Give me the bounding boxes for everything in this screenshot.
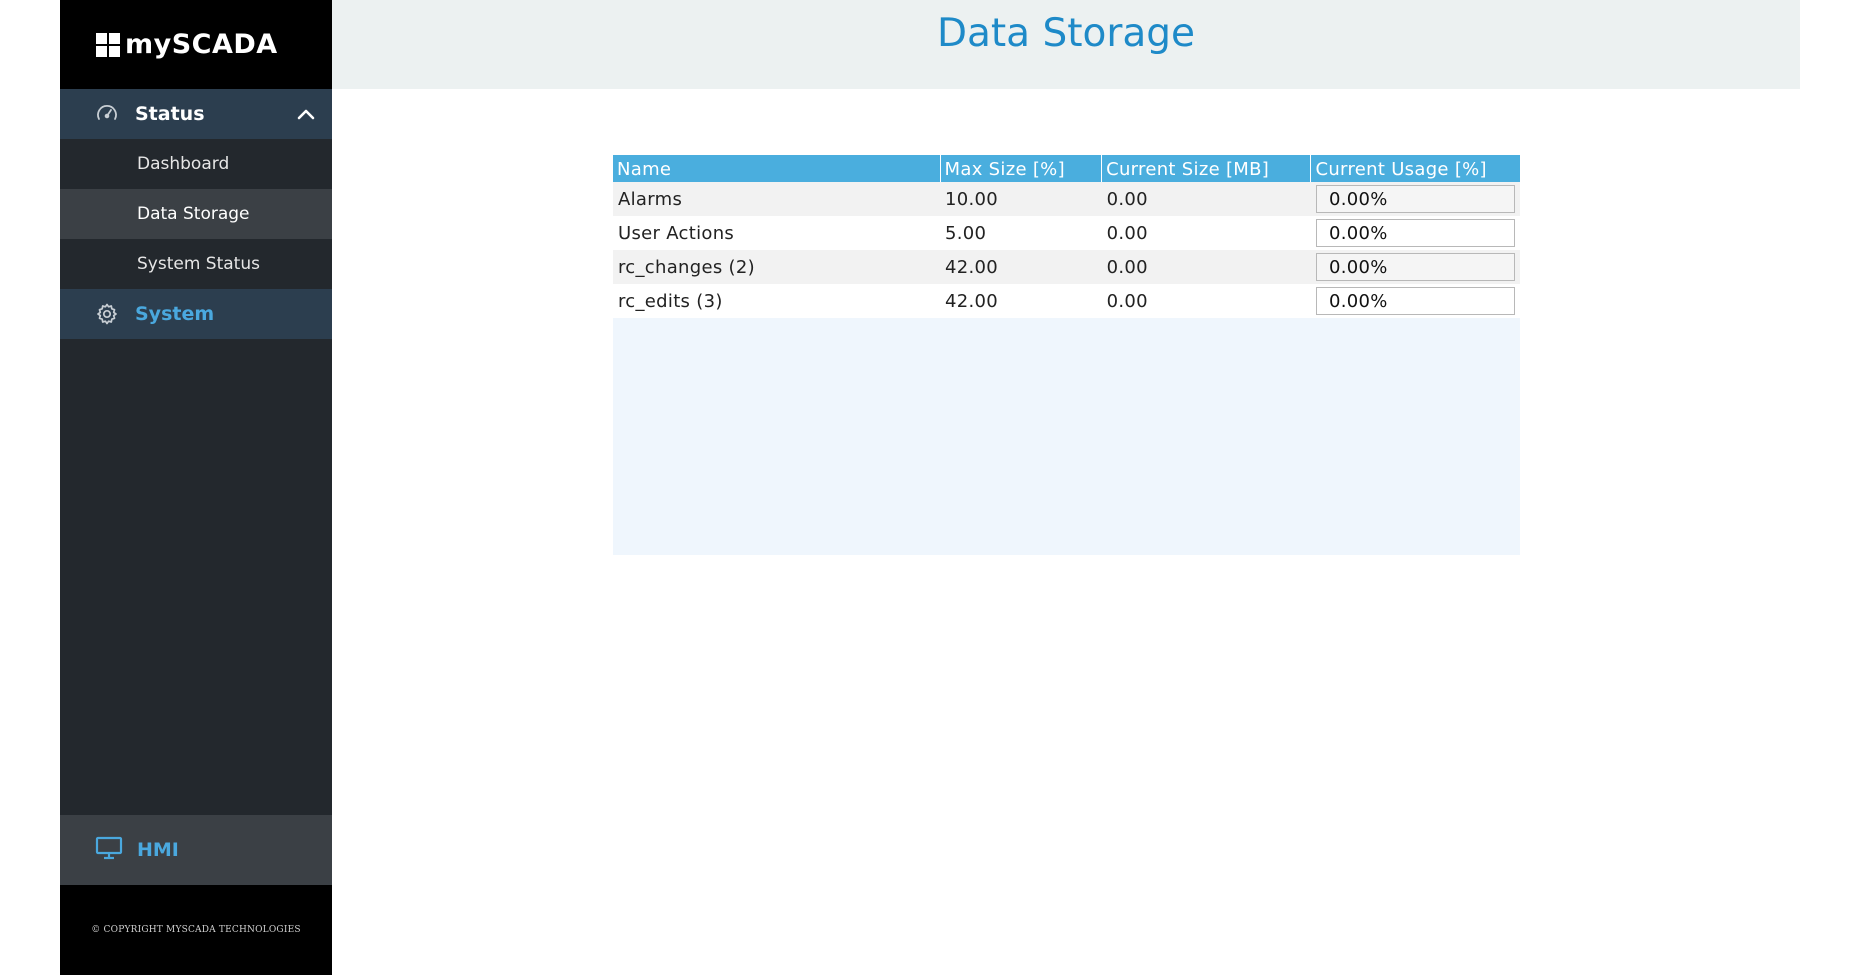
sidebar-item-label: System Status bbox=[137, 254, 260, 274]
data-storage-panel: Name Max Size [%] Current Size [MB] Curr… bbox=[613, 155, 1520, 555]
column-header-name[interactable]: Name bbox=[613, 155, 941, 182]
sidebar-hmi-button[interactable]: HMI bbox=[60, 815, 332, 885]
column-header-current-size[interactable]: Current Size [MB] bbox=[1101, 155, 1311, 182]
cell-current-usage: 0.00% bbox=[1310, 182, 1520, 216]
table-row[interactable]: Alarms 10.00 0.00 0.00% bbox=[613, 182, 1520, 216]
sidebar-group-system[interactable]: System bbox=[60, 289, 332, 339]
brand-logo[interactable]: mySCADA bbox=[60, 0, 332, 89]
cell-max-size: 10.00 bbox=[940, 182, 1102, 216]
column-header-max-size[interactable]: Max Size [%] bbox=[939, 155, 1102, 182]
cell-name: Alarms bbox=[613, 182, 941, 216]
sidebar: mySCADA Status Dashboard Data Storage Sy… bbox=[60, 0, 332, 975]
cell-current-size: 0.00 bbox=[1101, 216, 1311, 250]
usage-progress-bar: 0.00% bbox=[1315, 253, 1515, 281]
data-storage-table: Name Max Size [%] Current Size [MB] Curr… bbox=[613, 155, 1520, 318]
logo-grid-icon bbox=[96, 32, 120, 57]
cell-current-usage: 0.00% bbox=[1310, 216, 1520, 250]
sidebar-hmi-label: HMI bbox=[137, 839, 179, 861]
cell-max-size: 42.00 bbox=[940, 250, 1102, 284]
sidebar-item-data-storage[interactable]: Data Storage bbox=[60, 189, 332, 239]
cell-max-size: 5.00 bbox=[940, 216, 1102, 250]
page-header: Data Storage bbox=[332, 0, 1800, 89]
sidebar-group-status-label: Status bbox=[135, 103, 205, 125]
cell-current-size: 0.00 bbox=[1101, 250, 1311, 284]
sidebar-item-system-status[interactable]: System Status bbox=[60, 239, 332, 289]
cell-current-usage: 0.00% bbox=[1310, 284, 1520, 318]
cell-name: rc_edits (3) bbox=[613, 284, 941, 318]
usage-progress-bar: 0.00% bbox=[1315, 219, 1515, 247]
sidebar-group-status[interactable]: Status bbox=[60, 89, 332, 139]
usage-progress-bar: 0.00% bbox=[1315, 287, 1515, 315]
sidebar-item-dashboard[interactable]: Dashboard bbox=[60, 139, 332, 189]
cell-current-usage: 0.00% bbox=[1310, 250, 1520, 284]
cell-current-size: 0.00 bbox=[1101, 284, 1311, 318]
brand-name: mySCADA bbox=[125, 29, 278, 60]
table-row[interactable]: User Actions 5.00 0.00 0.00% bbox=[613, 216, 1520, 250]
column-header-current-usage[interactable]: Current Usage [%] bbox=[1310, 155, 1520, 182]
cell-name: rc_changes (2) bbox=[613, 250, 941, 284]
sidebar-item-label: Data Storage bbox=[137, 204, 250, 224]
cell-current-size: 0.00 bbox=[1101, 182, 1311, 216]
table-row[interactable]: rc_edits (3) 42.00 0.00 0.00% bbox=[613, 284, 1520, 318]
copyright-text: © COPYRIGHT MYSCADA TECHNOLOGIES bbox=[60, 885, 332, 975]
gauge-icon bbox=[95, 102, 119, 126]
cell-name: User Actions bbox=[613, 216, 941, 250]
table-header-row: Name Max Size [%] Current Size [MB] Curr… bbox=[613, 155, 1520, 182]
monitor-icon bbox=[95, 835, 123, 865]
table-row[interactable]: rc_changes (2) 42.00 0.00 0.00% bbox=[613, 250, 1520, 284]
usage-progress-bar: 0.00% bbox=[1315, 185, 1515, 213]
sidebar-group-system-label: System bbox=[135, 303, 215, 325]
chevron-up-icon[interactable] bbox=[294, 102, 318, 126]
page-title: Data Storage bbox=[936, 10, 1196, 56]
cell-max-size: 42.00 bbox=[940, 284, 1102, 318]
gear-icon bbox=[95, 302, 119, 326]
sidebar-item-label: Dashboard bbox=[137, 154, 230, 174]
